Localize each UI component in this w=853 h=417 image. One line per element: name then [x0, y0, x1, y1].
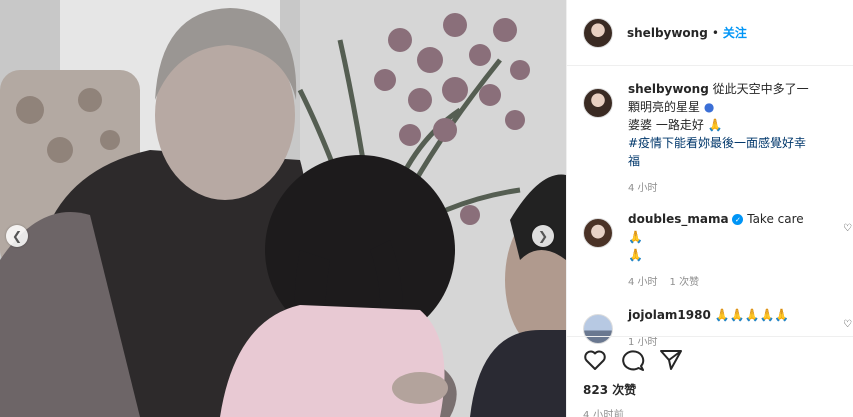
post-side-panel: shelbywong • 关注 shelbywong 從此天空中多了一顆明亮的星…: [566, 0, 853, 417]
caption-avatar[interactable]: [583, 88, 613, 118]
comment-item: doubles_mama ✓ Take care 🙏 🙏 4 小时 1 次赞 ♡: [567, 210, 853, 292]
like-count[interactable]: 823 次赞: [583, 381, 838, 398]
crystal-ball-icon: ●: [703, 100, 715, 114]
post-header: shelbywong • 关注: [567, 0, 853, 66]
chevron-left-icon: ❮: [11, 229, 23, 243]
comment-likes[interactable]: 1 次赞: [670, 274, 700, 292]
chevron-right-icon: ❯: [537, 229, 549, 243]
post-timestamp[interactable]: 4 小时前: [583, 406, 838, 417]
comment-username[interactable]: jojolam1980: [628, 308, 711, 322]
folded-hands-icon: 🙏🙏🙏🙏🙏: [714, 308, 790, 322]
comment-username[interactable]: doubles_mama: [628, 212, 729, 226]
folded-hands-icon: 🙏: [628, 248, 643, 262]
verified-badge-icon: ✓: [732, 214, 744, 225]
post-photo[interactable]: ❮ ❯: [0, 0, 566, 417]
folded-hands-icon: 🙏: [707, 118, 723, 132]
prev-photo-button[interactable]: ❮: [6, 225, 28, 247]
comment-bubble-icon[interactable]: [621, 349, 645, 371]
comment-time[interactable]: 4 小时: [628, 274, 658, 292]
comment-like-heart-icon[interactable]: ♡: [843, 223, 852, 234]
caption-hashtag[interactable]: #疫情下能看妳最後一面感覺好幸福: [628, 136, 806, 168]
author-username[interactable]: shelbywong: [627, 26, 708, 40]
comments-list: shelbywong 從此天空中多了一顆明亮的星星 ● 婆婆 一路走好 🙏 #疫…: [567, 80, 853, 352]
commenter-avatar[interactable]: [583, 218, 613, 248]
heart-icon[interactable]: [583, 349, 607, 371]
comment-like-heart-icon[interactable]: ♡: [843, 319, 852, 330]
caption-time[interactable]: 4 小时: [628, 180, 658, 198]
photo-illustration: [0, 0, 566, 417]
separator-dot: •: [711, 25, 719, 40]
follow-button[interactable]: 关注: [723, 24, 747, 41]
post-actions: 823 次赞 4 小时前: [567, 336, 853, 417]
caption: shelbywong 從此天空中多了一顆明亮的星星 ● 婆婆 一路走好 🙏 #疫…: [567, 80, 853, 198]
caption-line2: 婆婆 一路走好: [628, 118, 704, 132]
paper-plane-icon[interactable]: [659, 349, 683, 371]
caption-username[interactable]: shelbywong: [628, 82, 709, 96]
comment-text: Take care: [747, 212, 804, 226]
author-avatar[interactable]: [583, 17, 613, 48]
folded-hands-icon: 🙏: [628, 230, 643, 244]
next-photo-button[interactable]: ❯: [532, 225, 554, 247]
